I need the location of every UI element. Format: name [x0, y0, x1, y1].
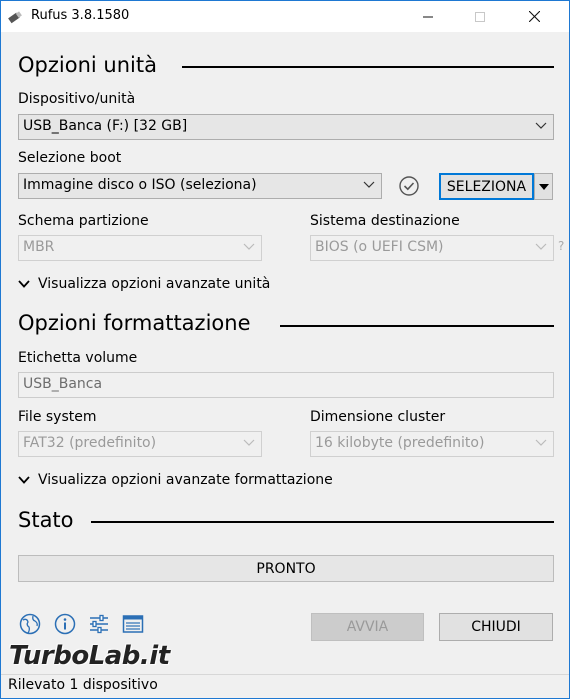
format-section-title: Opzioni formattazione [18, 311, 251, 335]
status-bar-text: Rilevato 1 dispositivo [8, 677, 158, 693]
start-button[interactable]: AVVIA [311, 613, 424, 641]
section-divider [91, 521, 554, 523]
partition-select-value: MBR [23, 239, 55, 255]
chevron-down-icon [243, 243, 255, 250]
info-icon[interactable] [53, 612, 77, 636]
cluster-label: Dimensione cluster [310, 409, 446, 425]
drive-advanced-toggle[interactable]: Visualizza opzioni avanzate unità [18, 276, 270, 292]
progress-bar: PRONTO [18, 555, 554, 582]
device-select-value: USB_Banca (F:) [32 GB] [23, 118, 188, 134]
volume-label: Etichetta volume [18, 350, 138, 366]
target-label: Sistema destinazione [310, 213, 460, 229]
chevron-down-icon [18, 476, 30, 484]
close-button[interactable]: CHIUDI [439, 613, 553, 641]
select-image-button[interactable]: SELEZIONA [439, 173, 534, 200]
chevron-down-icon [243, 439, 255, 446]
format-advanced-toggle[interactable]: Visualizza opzioni avanzate formattazion… [18, 472, 333, 488]
close-icon [528, 11, 540, 22]
target-select-value: BIOS (o UEFI CSM) [315, 239, 444, 255]
chevron-down-icon [363, 181, 375, 188]
globe-icon[interactable] [18, 612, 42, 636]
boot-select-value: Immagine disco o ISO (seleziona) [23, 177, 257, 193]
select-dropdown-button[interactable] [534, 173, 553, 200]
status-section-title: Stato [18, 508, 74, 532]
chevron-down-icon [535, 122, 547, 129]
chevron-down-icon [535, 439, 547, 446]
window-title: Rufus 3.8.1580 [31, 8, 130, 23]
volume-label-input[interactable]: USB_Banca [18, 372, 554, 398]
verify-check-icon[interactable] [398, 175, 420, 197]
section-divider [280, 325, 554, 327]
usb-drive-icon [8, 11, 22, 24]
maximize-button[interactable] [457, 1, 503, 32]
caret-down-icon [538, 183, 549, 190]
boot-select[interactable]: Immagine disco o ISO (seleziona) [18, 173, 382, 199]
close-window-button[interactable] [511, 1, 557, 32]
cluster-select[interactable]: 16 kilobyte (predefinito) [310, 431, 554, 457]
cluster-select-value: 16 kilobyte (predefinito) [315, 435, 485, 451]
partition-select[interactable]: MBR [18, 235, 262, 261]
title-bar[interactable]: Rufus 3.8.1580 [1, 1, 569, 32]
device-label: Dispositivo/unità [18, 91, 136, 107]
settings-sliders-icon[interactable] [87, 612, 111, 636]
drive-advanced-label: Visualizza opzioni avanzate unità [38, 276, 271, 292]
minimize-button[interactable] [405, 1, 451, 32]
format-advanced-label: Visualizza opzioni avanzate formattazion… [38, 472, 333, 488]
maximize-icon [475, 11, 485, 22]
target-help-icon[interactable]: ? [558, 239, 564, 253]
drive-section-title: Opzioni unità [18, 53, 157, 77]
target-select[interactable]: BIOS (o UEFI CSM) [310, 235, 554, 261]
boot-label: Selezione boot [18, 150, 122, 166]
section-divider [182, 66, 554, 68]
status-bar: Rilevato 1 dispositivo [1, 674, 569, 698]
minimize-icon [423, 16, 433, 17]
log-icon[interactable] [121, 612, 145, 636]
filesystem-select-value: FAT32 (predefinito) [23, 435, 157, 451]
progress-text: PRONTO [256, 560, 316, 577]
filesystem-select[interactable]: FAT32 (predefinito) [18, 431, 262, 457]
watermark-logo: TurboLab.it [9, 641, 170, 671]
rufus-window: Rufus 3.8.1580 Opzioni unità Dispositivo… [0, 0, 570, 699]
partition-label: Schema partizione [18, 213, 149, 229]
chevron-down-icon [18, 280, 30, 288]
chevron-down-icon [535, 243, 547, 250]
fs-label: File system [18, 409, 97, 425]
device-select[interactable]: USB_Banca (F:) [32 GB] [18, 114, 554, 140]
